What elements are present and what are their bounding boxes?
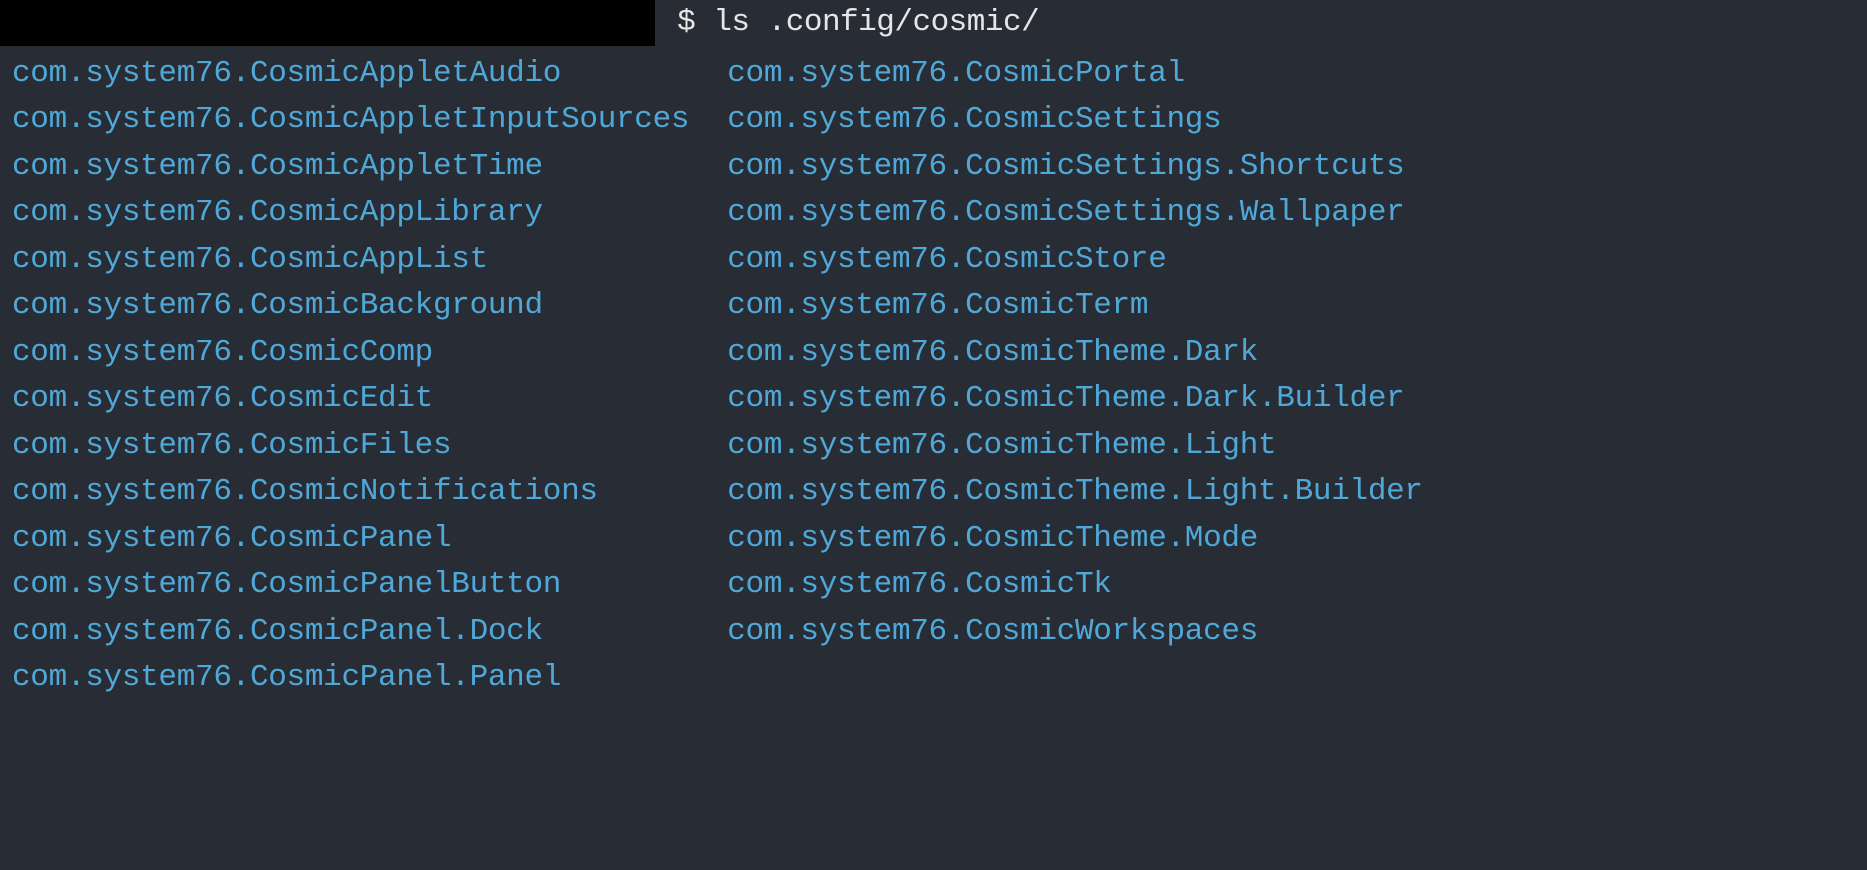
directory-entry: com.system76.CosmicTheme.Light.Builder — [727, 469, 1423, 516]
directory-entry: com.system76.CosmicNotifications — [12, 469, 689, 516]
directory-entry: com.system76.CosmicFiles — [12, 423, 689, 470]
directory-entry: com.system76.CosmicPanel — [12, 516, 689, 563]
directory-entry: com.system76.CosmicEdit — [12, 376, 689, 423]
directory-entry: com.system76.CosmicSettings — [727, 97, 1423, 144]
directory-entry: com.system76.CosmicComp — [12, 330, 689, 377]
ls-column-1: com.system76.CosmicAppletAudio com.syste… — [12, 51, 689, 702]
directory-entry: com.system76.CosmicTheme.Light — [727, 423, 1423, 470]
directory-entry: com.system76.CosmicSettings.Wallpaper — [727, 190, 1423, 237]
directory-entry: com.system76.CosmicAppletInputSources — [12, 97, 689, 144]
directory-entry: com.system76.CosmicTk — [727, 562, 1423, 609]
directory-entry: com.system76.CosmicAppList — [12, 237, 689, 284]
directory-entry: com.system76.CosmicTerm — [727, 283, 1423, 330]
directory-entry: com.system76.CosmicTheme.Mode — [727, 516, 1423, 563]
directory-entry: com.system76.CosmicTheme.Dark.Builder — [727, 376, 1423, 423]
redacted-hostname — [0, 0, 655, 46]
directory-entry: com.system76.CosmicTheme.Dark — [727, 330, 1423, 377]
directory-entry: com.system76.CosmicPanelButton — [12, 562, 689, 609]
ls-column-2: com.system76.CosmicPortal com.system76.C… — [727, 51, 1423, 702]
directory-entry: com.system76.CosmicWorkspaces — [727, 609, 1423, 656]
directory-entry: com.system76.CosmicBackground — [12, 283, 689, 330]
directory-entry: com.system76.CosmicSettings.Shortcuts — [727, 144, 1423, 191]
directory-entry: com.system76.CosmicAppletTime — [12, 144, 689, 191]
ls-output: com.system76.CosmicAppletAudio com.syste… — [0, 51, 1867, 702]
directory-entry: com.system76.CosmicPanel.Dock — [12, 609, 689, 656]
terminal-window[interactable]: $ ls .config/cosmic/ com.system76.Cosmic… — [0, 0, 1867, 870]
prompt-line: $ ls .config/cosmic/ — [0, 0, 1867, 47]
directory-entry: com.system76.CosmicPortal — [727, 51, 1423, 98]
directory-entry: com.system76.CosmicAppletAudio — [12, 51, 689, 98]
prompt-command: $ ls .config/cosmic/ — [659, 0, 1039, 47]
directory-entry: com.system76.CosmicPanel.Panel — [12, 655, 689, 702]
directory-entry: com.system76.CosmicAppLibrary — [12, 190, 689, 237]
directory-entry: com.system76.CosmicStore — [727, 237, 1423, 284]
